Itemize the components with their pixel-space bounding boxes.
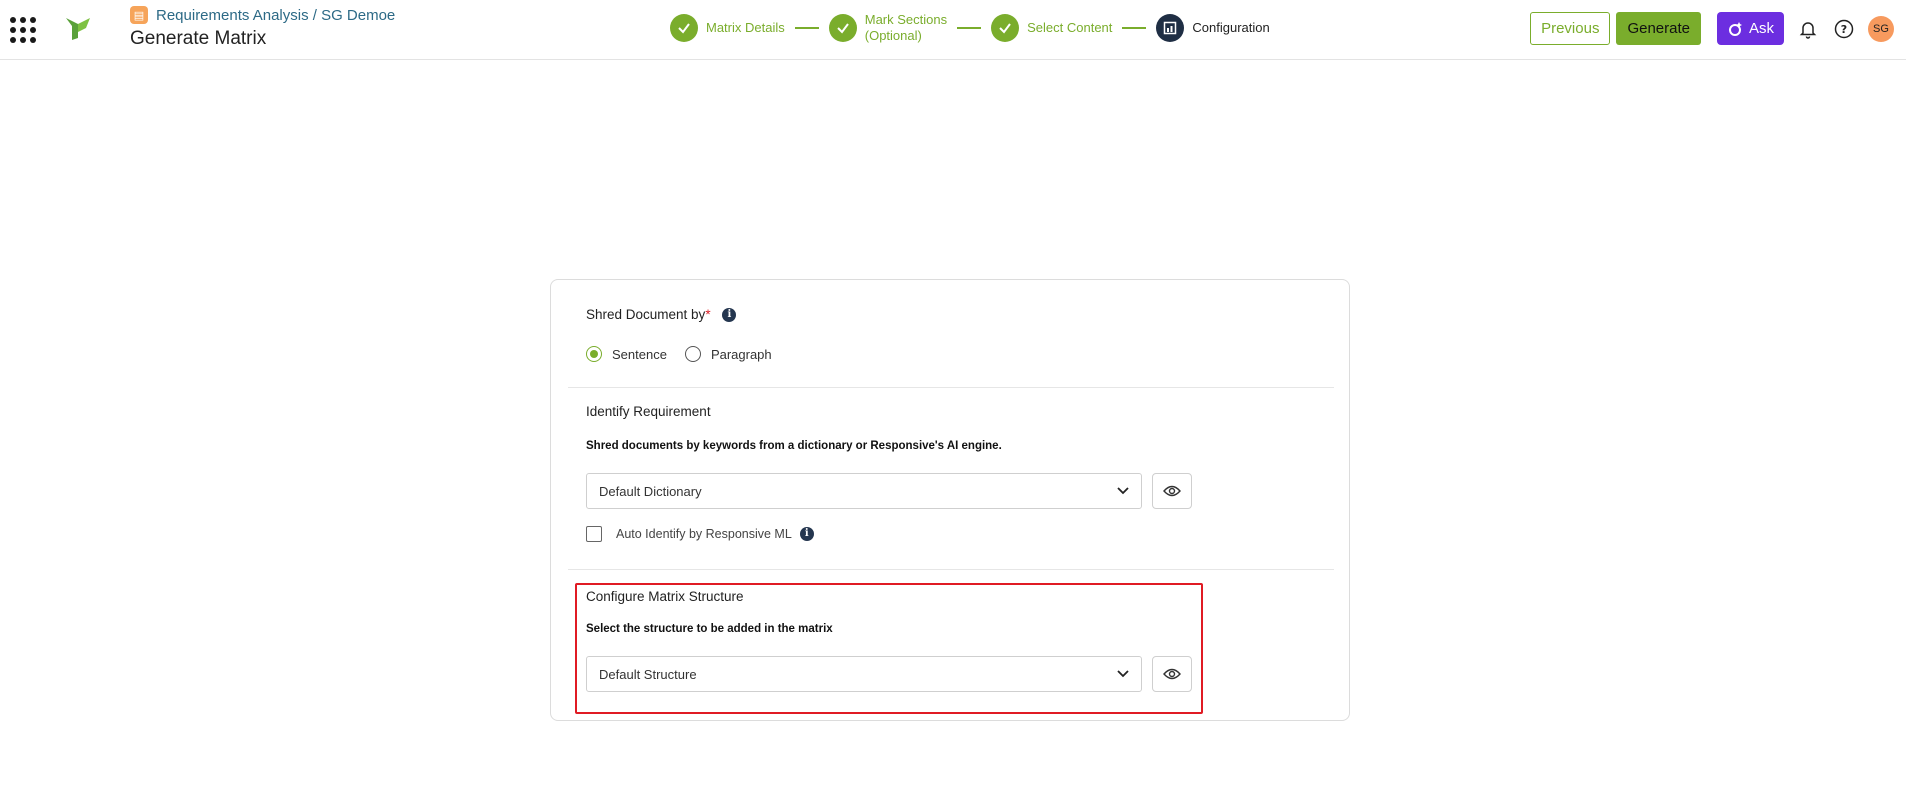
breadcrumb-text[interactable]: Requirements Analysis / SG Demoe — [156, 7, 395, 24]
step-configuration[interactable]: Configuration — [1156, 14, 1270, 42]
info-icon[interactable]: i — [722, 308, 737, 323]
dictionary-select[interactable]: Default Dictionary — [586, 473, 1142, 509]
paragraph-label[interactable]: Paragraph — [711, 347, 772, 362]
structure-subtitle: Select the structure to be added in the … — [586, 623, 833, 635]
step-connector — [794, 27, 819, 29]
check-icon — [670, 14, 698, 42]
dictionary-select-value: Default Dictionary — [599, 483, 702, 499]
preview-structure-button[interactable] — [1152, 656, 1192, 692]
ask-sparkle-icon — [1728, 21, 1742, 36]
step-matrix-details[interactable]: Matrix Details — [670, 14, 785, 42]
apps-grid-icon[interactable] — [8, 15, 36, 43]
section-divider — [568, 387, 1334, 388]
previous-button[interactable]: Previous — [1530, 12, 1611, 45]
svg-text:?: ? — [1841, 23, 1847, 36]
step-connector — [1122, 27, 1147, 29]
eye-icon — [1163, 485, 1181, 497]
step-mark-sections[interactable]: Mark Sections (Optional) — [828, 12, 947, 44]
generate-button[interactable]: Generate — [1616, 12, 1701, 45]
ask-label: Ask — [1748, 20, 1774, 37]
shred-title-text: Shred Document by — [586, 307, 706, 322]
app-logo-icon[interactable] — [64, 14, 92, 42]
check-icon — [828, 14, 857, 42]
identify-section-title: Identify Requirement — [586, 404, 711, 419]
shred-section-title: Shred Document by* i — [586, 307, 737, 323]
paragraph-radio[interactable] — [684, 346, 701, 362]
breadcrumb[interactable]: ▤ Requirements Analysis / SG Demoe — [130, 6, 395, 24]
chevron-down-icon — [1117, 670, 1129, 678]
progress-stepper: Matrix Details Mark Sections (Optional) … — [670, 12, 1270, 44]
preview-dictionary-button[interactable] — [1152, 473, 1192, 509]
page-title: Generate Matrix — [130, 28, 267, 49]
help-icon[interactable]: ? — [1832, 17, 1856, 41]
step-label-line1: Mark Sections — [864, 12, 948, 27]
step-label: Matrix Details — [706, 20, 785, 35]
auto-identify-checkbox[interactable] — [586, 526, 602, 542]
identify-subtitle: Shred documents by keywords from a dicti… — [586, 440, 1002, 452]
info-icon[interactable]: i — [799, 527, 814, 541]
step-label: Select Content — [1027, 20, 1113, 35]
sentence-radio[interactable] — [586, 346, 602, 362]
configuration-card: Shred Document by* i Sentence Paragraph … — [550, 279, 1350, 721]
step-select-content[interactable]: Select Content — [991, 14, 1112, 42]
top-header: ▤ Requirements Analysis / SG Demoe Gener… — [0, 0, 1906, 60]
configuration-icon — [1156, 14, 1185, 42]
structure-select-value: Default Structure — [599, 666, 697, 682]
document-icon: ▤ — [130, 6, 148, 24]
header-actions: Previous Generate Ask ? SG — [1530, 12, 1894, 45]
chevron-down-icon — [1117, 487, 1129, 495]
section-divider — [568, 569, 1334, 570]
check-icon — [991, 14, 1020, 42]
auto-identify-row: Auto Identify by Responsive ML i — [586, 526, 814, 542]
structure-select[interactable]: Default Structure — [586, 656, 1142, 692]
step-connector — [957, 27, 982, 29]
sentence-label[interactable]: Sentence — [612, 347, 667, 362]
eye-icon — [1163, 668, 1181, 680]
structure-section-title: Configure Matrix Structure — [586, 589, 744, 604]
ask-button[interactable]: Ask — [1716, 12, 1784, 45]
avatar[interactable]: SG — [1868, 15, 1894, 42]
bell-icon[interactable] — [1796, 17, 1820, 41]
step-label: Mark Sections (Optional) — [865, 12, 947, 44]
step-label-line2: (Optional) — [864, 28, 922, 43]
step-label: Configuration — [1192, 20, 1270, 35]
required-mark: * — [705, 307, 711, 322]
shred-options: Sentence Paragraph — [586, 346, 772, 362]
auto-identify-label[interactable]: Auto Identify by Responsive ML — [616, 527, 792, 541]
